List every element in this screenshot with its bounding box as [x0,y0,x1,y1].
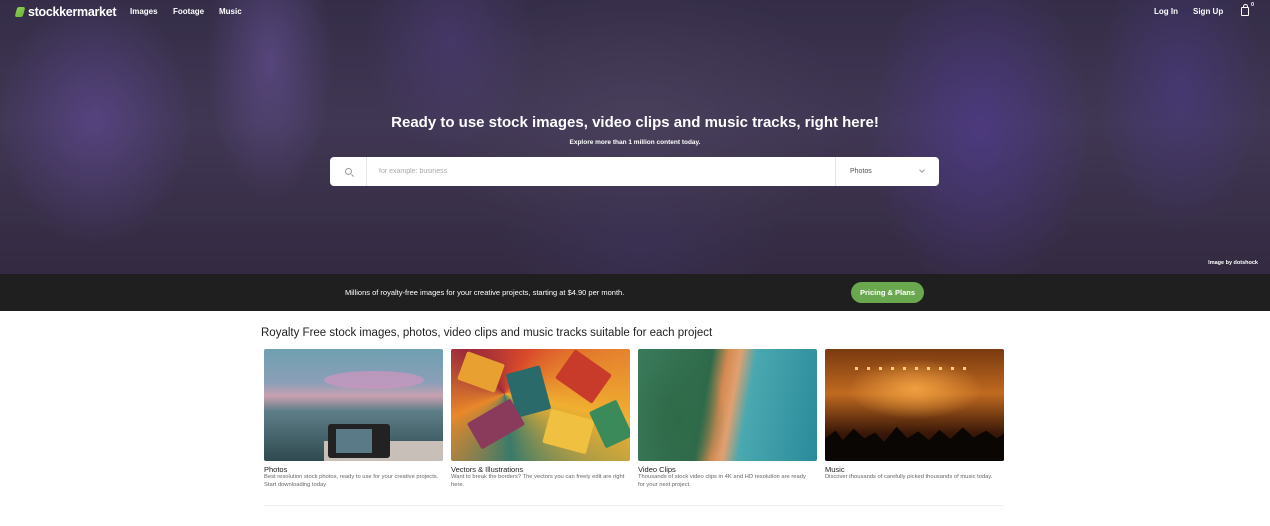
cart-count-badge: 0 [1251,2,1255,8]
thumbnail-shape [542,408,595,455]
search-bar: Photos [330,157,939,186]
nav-link-images[interactable]: Images [130,7,158,16]
nav-link-footage[interactable]: Footage [173,7,204,16]
music-thumbnail[interactable] [825,349,1004,461]
logo-icon [15,6,25,18]
hero-title: Ready to use stock images, video clips a… [391,114,879,131]
card-title[interactable]: Vectors & Illustrations [451,465,630,474]
category-select[interactable]: Photos [835,157,939,186]
hero-subtitle: Explore more than 1 million content toda… [569,139,701,146]
thumbnail-cloud [324,371,424,389]
nav-link-music[interactable]: Music [219,7,242,16]
search-icon [345,168,352,175]
vectors-thumbnail[interactable] [451,349,630,461]
category-card-music[interactable]: Music Discover thousands of carefully pi… [825,349,1004,482]
hero-section: stockkermarket Images Footage Music Log … [0,0,1270,274]
promo-band: Millions of royalty-free images for your… [0,274,1270,311]
shopping-bag-icon[interactable] [1241,4,1249,16]
stage-lights [855,367,975,370]
login-link[interactable]: Log In [1154,7,1178,16]
category-select-value: Photos [850,168,872,175]
card-description: Best resolution stock photos, ready to u… [264,474,439,488]
brand-logo[interactable]: stockkermarket [15,5,117,19]
thumbnail-shape [555,349,612,404]
search-input[interactable] [367,157,835,186]
pricing-plans-button[interactable]: Pricing & Plans [851,282,924,303]
card-description: Discover thousands of carefully picked t… [825,474,993,480]
section-title: Royalty Free stock images, photos, video… [261,327,713,339]
thumbnail-shape [457,351,505,393]
thumbnail-shape [588,399,630,449]
card-description: Want to break the borders? The vectors y… [451,474,625,488]
category-card-photos[interactable]: Photos Best resolution stock photos, rea… [264,349,443,489]
card-title[interactable]: Video Clips [638,465,817,474]
signup-link[interactable]: Sign Up [1193,7,1223,16]
image-credit[interactable]: Image by dotshock [1208,260,1258,266]
chevron-down-icon [919,167,925,173]
photos-thumbnail[interactable] [264,349,443,461]
card-title[interactable]: Photos [264,465,443,474]
category-card-vectors[interactable]: Vectors & Illustrations Want to break th… [451,349,630,489]
video-thumbnail[interactable] [638,349,817,461]
search-button[interactable] [330,157,367,186]
camera-screen [336,429,372,453]
promo-text: Millions of royalty-free images for your… [345,288,625,297]
category-card-video[interactable]: Video Clips Thousands of stock video cli… [638,349,817,489]
card-title[interactable]: Music [825,465,1004,474]
card-description: Thousands of stock video clips in 4K and… [638,474,806,488]
divider [264,505,1004,506]
crowd-silhouette [825,426,1004,461]
top-nav: stockkermarket Images Footage Music Log … [0,0,1270,24]
brand-name: stockkermarket [28,5,117,19]
